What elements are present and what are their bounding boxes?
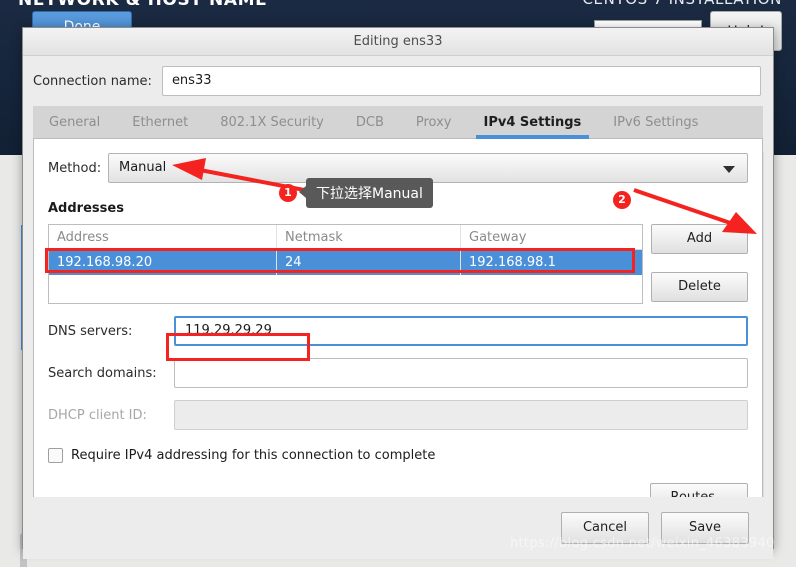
editing-connection-dialog: Editing ens33 Connection name: ens33 Gen… [22, 27, 774, 559]
installer-page-title: NETWORK & HOST NAME [18, 0, 268, 10]
tab-dcb[interactable]: DCB [340, 106, 400, 138]
require-ipv4-row[interactable]: Require IPv4 addressing for this connect… [48, 448, 748, 463]
dhcp-client-id-label: DHCP client ID: [48, 407, 147, 423]
installer-product-title: CENTOS 7 INSTALLATION [582, 0, 782, 8]
addresses-area: Address Netmask Gateway 192.168.98.20 24… [48, 224, 748, 304]
addresses-table-empty-area [49, 275, 642, 303]
dns-servers-input[interactable]: 119.29.29.29 [174, 316, 748, 346]
dialog-body: Connection name: ens33 General Ethernet … [23, 56, 773, 559]
delete-button[interactable]: Delete [651, 272, 748, 302]
column-header-netmask: Netmask [277, 225, 461, 249]
require-ipv4-checkbox[interactable] [48, 448, 63, 463]
table-row[interactable]: 192.168.98.20 24 192.168.98.1 [49, 250, 642, 275]
connection-name-label: Connection name: [33, 73, 152, 89]
dialog-titlebar: Editing ens33 [23, 28, 773, 56]
annotation-badge-2: 2 [613, 191, 631, 209]
cell-gateway[interactable]: 192.168.98.1 [461, 250, 642, 275]
connection-name-input[interactable]: ens33 [161, 66, 761, 96]
search-domains-input[interactable] [174, 358, 748, 388]
tab-8021x-security[interactable]: 802.1X Security [204, 106, 340, 138]
cell-netmask[interactable]: 24 [277, 250, 461, 275]
tab-proxy[interactable]: Proxy [400, 106, 468, 138]
settings-tabbar: General Ethernet 802.1X Security DCB Pro… [33, 106, 763, 139]
add-button[interactable]: Add [651, 224, 748, 254]
watermark: https://blog.csdn.net/weixin_46383940 [510, 536, 775, 551]
column-header-address: Address [49, 225, 277, 249]
search-domains-label: Search domains: [48, 365, 157, 381]
column-header-gateway: Gateway [469, 230, 527, 245]
method-label: Method: [48, 160, 102, 176]
dns-servers-label: DNS servers: [48, 323, 133, 339]
tab-general[interactable]: General [33, 106, 116, 138]
connection-name-row: Connection name: ens33 [23, 56, 773, 106]
annotation-badge-1: 1 [279, 184, 297, 202]
require-ipv4-label: Require IPv4 addressing for this connect… [71, 448, 436, 463]
addresses-table-header: Address Netmask Gateway [49, 225, 642, 250]
addresses-table[interactable]: Address Netmask Gateway 192.168.98.20 24… [48, 224, 643, 304]
tab-ipv6-settings[interactable]: IPv6 Settings [597, 106, 714, 138]
annotation-tooltip-1: 下拉选择Manual [299, 178, 433, 208]
search-domains-row: Search domains: [48, 358, 748, 388]
dhcp-client-id-input [174, 400, 748, 430]
dialog-scrollbar[interactable] [763, 152, 771, 542]
tab-ethernet[interactable]: Ethernet [116, 106, 204, 138]
cell-address[interactable]: 192.168.98.20 [49, 250, 277, 275]
chevron-down-icon [723, 166, 735, 173]
dhcp-client-id-row: DHCP client ID: [48, 400, 748, 430]
method-dropdown-value: Manual [119, 160, 167, 175]
dns-servers-row: DNS servers: 119.29.29.29 [48, 316, 748, 346]
tab-ipv4-settings[interactable]: IPv4 Settings [468, 106, 598, 139]
screen: NETWORK & HOST NAME CENTOS 7 INSTALLATIO… [0, 0, 796, 567]
addresses-buttons: Add Delete [651, 224, 748, 304]
